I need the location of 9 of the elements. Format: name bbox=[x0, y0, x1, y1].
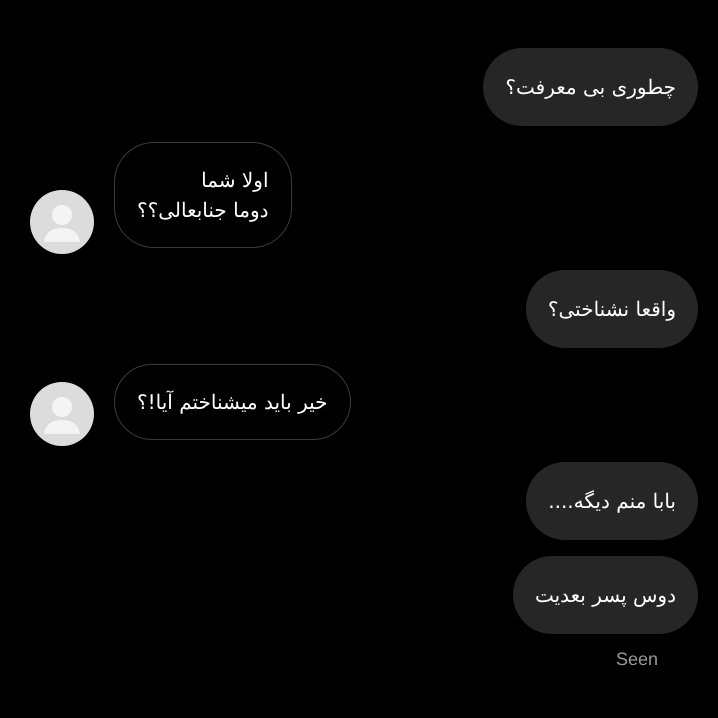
sent-message-bubble: دوس پسر بعدیت bbox=[512, 556, 698, 634]
sent-message-bubble: چطوری بی معرفت؟ bbox=[483, 48, 698, 126]
avatar-icon bbox=[30, 382, 94, 446]
received-message-bubble: اولا شما دوما جنابعالی؟؟ bbox=[114, 142, 292, 248]
received-message-bubble: خیر باید میشناختم آیا!؟ bbox=[114, 364, 351, 440]
sent-message-bubble: بابا منم دیگه.... bbox=[526, 462, 698, 540]
avatar-icon bbox=[30, 190, 94, 254]
seen-status: Seen bbox=[616, 648, 658, 671]
sent-message-bubble: واقعا نشناختی؟ bbox=[526, 270, 698, 348]
